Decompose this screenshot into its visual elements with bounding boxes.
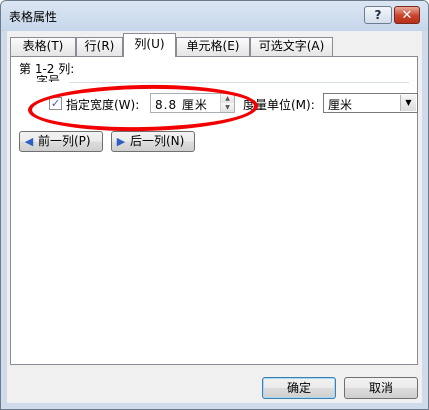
measure-unit-label: 度量单位(M): <box>243 98 315 112</box>
tab-table[interactable]: 表格(T) <box>10 37 76 56</box>
size-group-label: 字号 <box>36 75 61 82</box>
spin-down-icon[interactable]: ▼ <box>221 103 234 112</box>
tab-column[interactable]: 列(U) <box>123 33 176 57</box>
help-button[interactable]: ? <box>364 6 392 24</box>
specify-width-label: 指定宽度(W): <box>66 98 140 112</box>
spin-up-icon[interactable]: ▲ <box>221 94 234 103</box>
previous-column-button[interactable]: ◀ 前一列(P) <box>19 131 103 152</box>
arrow-left-icon: ◀ <box>24 135 34 148</box>
arrow-right-icon: ▶ <box>116 135 126 148</box>
title-bar[interactable]: 表格属性 ? ✕ <box>1 1 428 31</box>
spin-buttons: ▲ ▼ <box>220 94 234 112</box>
close-button[interactable]: ✕ <box>394 6 420 24</box>
measure-unit-select[interactable]: 厘米 ▼ <box>323 93 418 113</box>
window-title: 表格属性 <box>9 10 58 24</box>
ok-button[interactable]: 确定 <box>262 377 336 399</box>
dialog-body: 表格(T) 行(R) 列(U) 单元格(E) 可选文字(A) 第 1-2 列: … <box>7 31 422 403</box>
width-spinbox[interactable]: 8.8 厘米 ▲ ▼ <box>150 93 235 113</box>
group-divider <box>69 82 409 83</box>
checkmark-icon: ✓ <box>50 97 61 110</box>
previous-column-label: 前一列(P) <box>38 134 91 148</box>
next-column-button[interactable]: ▶ 后一列(N) <box>111 131 195 152</box>
specify-width-checkbox[interactable]: ✓ <box>49 97 62 110</box>
tab-cell[interactable]: 单元格(E) <box>176 37 250 56</box>
tab-row[interactable]: 行(R) <box>76 37 123 56</box>
next-column-label: 后一列(N) <box>130 134 185 148</box>
cancel-button[interactable]: 取消 <box>344 377 418 399</box>
tab-alt-text[interactable]: 可选文字(A) <box>250 37 333 56</box>
width-value[interactable]: 8.8 厘米 <box>155 96 208 113</box>
measure-unit-value: 厘米 <box>328 98 353 112</box>
column-tab-panel: 第 1-2 列: 字号 ✓ 指定宽度(W): 8.8 厘米 ▲ ▼ 度量单位(M… <box>10 56 418 365</box>
dialog-window: 表格属性 ? ✕ 表格(T) 行(R) 列(U) 单元格(E) 可选文字(A) … <box>0 0 429 410</box>
chevron-down-icon[interactable]: ▼ <box>400 95 416 111</box>
